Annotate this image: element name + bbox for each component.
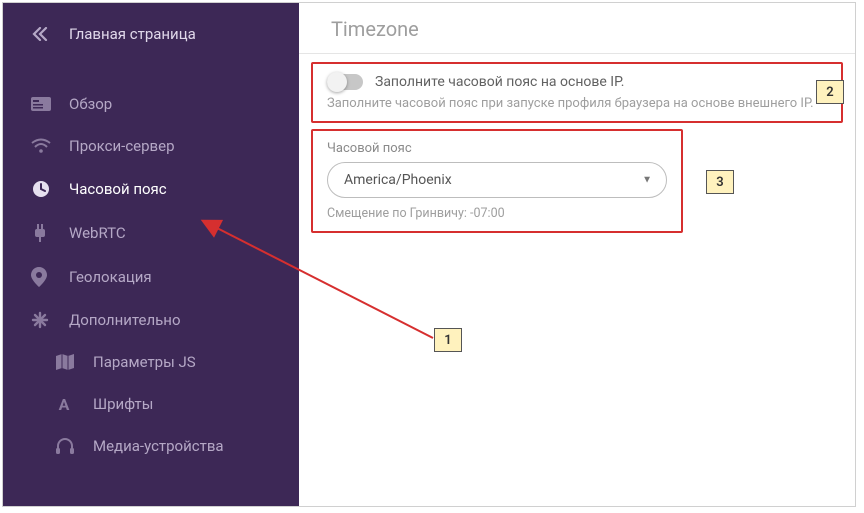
plug-icon (31, 223, 55, 243)
timezone-select[interactable]: America/Phoenix ▼ (327, 162, 667, 198)
font-icon: A (55, 395, 79, 413)
sidebar: Главная страница Обзор Прокси-сервер Час… (3, 3, 299, 506)
timezone-select-value: America/Phoenix (344, 172, 452, 188)
sidebar-item-fonts[interactable]: A Шрифты (3, 383, 299, 425)
sidebar-item-label: Медиа-устройства (93, 437, 224, 455)
collapse-icon (31, 27, 55, 41)
sidebar-item-geolocation[interactable]: Геолокация (3, 255, 299, 299)
timezone-select-block: Часовой пояс America/Phoenix ▼ Смещение … (311, 129, 683, 233)
timezone-field-label: Часовой пояс (327, 141, 667, 156)
main-panel: Timezone Заполните часовой пояс на основ… (299, 3, 855, 506)
callout-badge-3: 3 (706, 170, 734, 194)
sidebar-item-label: Прокси-сервер (69, 137, 175, 155)
sidebar-item-advanced[interactable]: Дополнительно (3, 299, 299, 341)
wifi-icon (31, 138, 55, 154)
callout-badge-1: 1 (434, 328, 462, 352)
sidebar-item-overview[interactable]: Обзор (3, 83, 299, 125)
sidebar-item-proxy[interactable]: Прокси-сервер (3, 125, 299, 167)
sidebar-item-label: Шрифты (93, 395, 153, 413)
sidebar-item-webrtc[interactable]: WebRTC (3, 211, 299, 255)
sidebar-item-label: Дополнительно (69, 311, 181, 329)
sidebar-item-label: Геолокация (69, 268, 152, 286)
chevron-down-icon: ▼ (642, 175, 652, 186)
sidebar-item-label: Часовой пояс (69, 180, 167, 198)
asterisk-icon (31, 311, 55, 329)
svg-text:A: A (59, 395, 70, 413)
card-icon (31, 96, 55, 112)
sidebar-item-label: Обзор (69, 95, 112, 113)
ip-timezone-desc: Заполните часовой пояс при запуске профи… (327, 96, 827, 111)
sidebar-item-jsparams[interactable]: Параметры JS (3, 341, 299, 383)
timezone-offset: Смещение по Гринвичу: -07:00 (327, 206, 667, 221)
sidebar-home-label: Главная страница (69, 25, 196, 43)
ip-timezone-block: Заполните часовой пояс на основе IP. Зап… (311, 62, 843, 123)
sidebar-item-label: WebRTC (69, 224, 126, 242)
headphones-icon (55, 437, 79, 455)
page-title: Timezone (299, 3, 855, 54)
clock-icon (31, 179, 55, 199)
map-icon (55, 353, 79, 371)
ip-timezone-toggle-label: Заполните часовой пояс на основе IP. (375, 74, 624, 90)
sidebar-item-timezone[interactable]: Часовой пояс (3, 167, 299, 211)
callout-badge-2: 2 (816, 80, 844, 104)
sidebar-item-label: Параметры JS (93, 353, 196, 371)
sidebar-home[interactable]: Главная страница (3, 11, 299, 61)
sidebar-item-media[interactable]: Медиа-устройства (3, 425, 299, 467)
pin-icon (31, 267, 55, 287)
ip-timezone-toggle[interactable] (327, 74, 363, 90)
